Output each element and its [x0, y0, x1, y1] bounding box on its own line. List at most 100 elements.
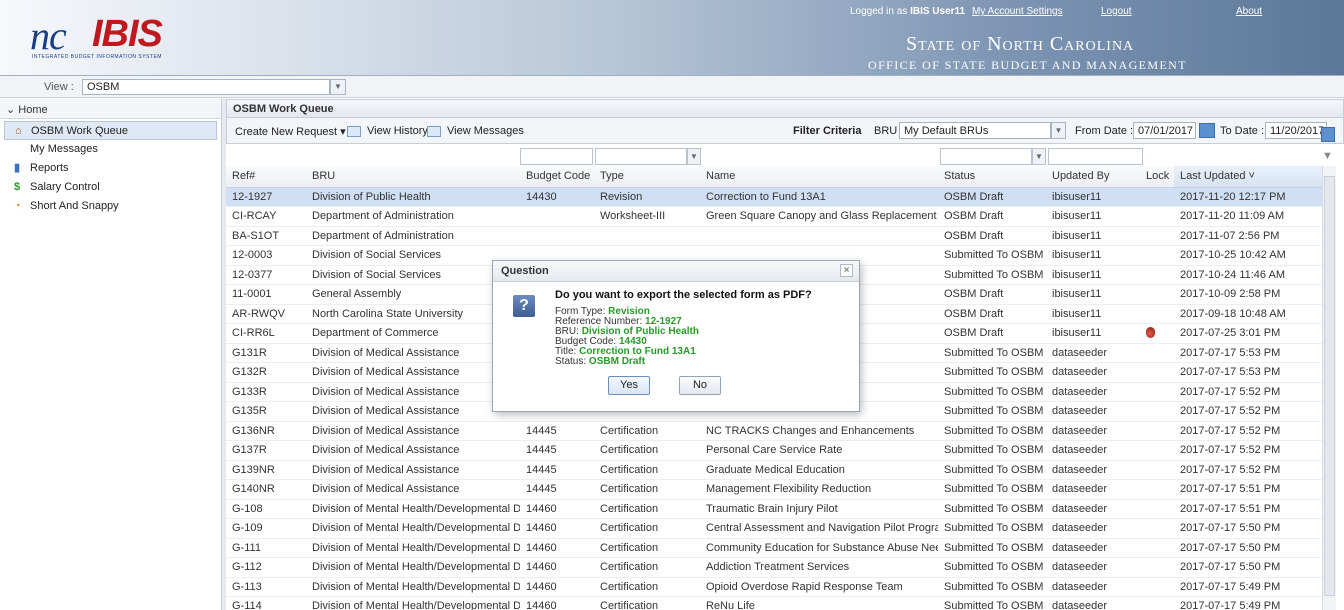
table-cell: G137R [226, 440, 306, 461]
sidebar-item-osbm-work-queue[interactable]: ⌂ OSBM Work Queue [4, 121, 217, 140]
lock-icon[interactable] [1146, 327, 1155, 339]
table-row[interactable]: G137R Division of Medical Assistance 14445… [226, 440, 1330, 461]
table-cell: Department of Administration [306, 226, 520, 246]
table-row[interactable]: G-113 Division of Mental Health/Developme… [226, 577, 1330, 597]
create-new-label: Create New Request [235, 126, 338, 138]
chevron-down-icon[interactable]: ▼ [687, 148, 701, 165]
table-cell: 2017-07-17 5:50 PM [1174, 538, 1330, 558]
table-cell [1140, 265, 1174, 285]
logo-nc: nc [30, 13, 67, 58]
table-cell: ibisuser11 [1046, 323, 1140, 344]
table-cell: G135R [226, 401, 306, 422]
table-cell: Submitted To OSBM [938, 421, 1046, 441]
table-cell: Division of Social Services [306, 265, 520, 285]
column-header-updated-by[interactable]: Updated By [1046, 166, 1140, 188]
table-cell: Traumatic Brain Injury Pilot [700, 499, 938, 519]
dollar-icon: $ [14, 181, 21, 193]
close-icon[interactable]: × [840, 264, 853, 277]
sidebar-home[interactable]: ⌄ Home [0, 99, 221, 119]
table-cell: BA-S1OT [226, 226, 306, 246]
filter-funnel-icon[interactable]: ▼ [1322, 150, 1333, 162]
chevron-down-icon: ⌄ [6, 104, 16, 116]
table-row[interactable]: 12-1927 Division of Public Health 14430 Rev… [226, 187, 1330, 207]
table-cell: Division of Medical Assistance [306, 401, 520, 422]
table-row[interactable]: BA-S1OT Department of Administration OSBM … [226, 226, 1330, 246]
chevron-down-icon[interactable]: ▼ [1051, 122, 1066, 139]
table-cell: G-112 [226, 557, 306, 578]
table-row[interactable]: G-109 Division of Mental Health/Developme… [226, 518, 1330, 539]
budget-code-filter[interactable] [520, 148, 593, 165]
table-cell: dataseeder [1046, 538, 1140, 558]
dialog-details: Form Type: Revision Reference Number: 12… [555, 307, 699, 367]
column-header-type[interactable]: Type [594, 166, 700, 188]
logout-link[interactable]: Logout [1101, 6, 1132, 17]
table-row[interactable]: G-114 Division of Mental Health/Developme… [226, 596, 1330, 610]
status-filter[interactable] [940, 148, 1032, 165]
column-header-bru[interactable]: BRU [306, 166, 520, 188]
sidebar-item-short-and-snappy[interactable]: ◔ Short And Snappy [0, 197, 221, 216]
table-cell: 12-1927 [226, 187, 306, 207]
column-header-last-updated[interactable]: Last Updated ˅ [1174, 166, 1330, 188]
table-row[interactable]: CI-RCAY Department of Administration Works… [226, 206, 1330, 227]
table-cell: 2017-07-17 5:52 PM [1174, 460, 1330, 480]
table-cell: Submitted To OSBM [938, 557, 1046, 578]
table-cell: 14445 [520, 479, 594, 500]
sidebar-item-reports[interactable]: ▮ Reports [0, 159, 221, 178]
chevron-down-icon[interactable]: ▼ [1032, 148, 1046, 165]
column-header-lock[interactable]: Lock [1140, 166, 1174, 188]
chevron-down-icon[interactable]: ▼ [330, 79, 346, 95]
table-cell: General Assembly [306, 284, 520, 305]
to-date-input[interactable]: 11/20/2017 [1265, 122, 1327, 139]
table-cell [1140, 479, 1174, 500]
scrollbar-thumb[interactable] [1324, 176, 1335, 596]
account-settings-link[interactable]: My Account Settings [972, 6, 1063, 17]
table-cell: ibisuser11 [1046, 304, 1140, 324]
sidebar-item-my-messages[interactable]: My Messages [0, 140, 221, 159]
table-cell: 2017-07-17 5:50 PM [1174, 557, 1330, 578]
grid-scrollbar[interactable] [1322, 166, 1336, 610]
no-button[interactable]: No [679, 376, 721, 395]
calendar-icon[interactable] [1199, 123, 1215, 138]
create-new-request-button[interactable]: Create New Request ▾ [235, 125, 346, 138]
table-cell [1140, 206, 1174, 227]
table-cell: Division of Mental Health/Developmental … [306, 557, 520, 578]
updated-by-filter[interactable] [1048, 148, 1143, 165]
table-cell: ReNu Life [700, 596, 938, 610]
table-cell: 14445 [520, 421, 594, 441]
column-header-budget-code[interactable]: Budget Code [520, 166, 594, 188]
table-cell: 11-0001 [226, 284, 306, 305]
table-row[interactable]: G-112 Division of Mental Health/Developme… [226, 557, 1330, 578]
table-cell: 2017-10-24 11:46 AM [1174, 265, 1330, 285]
view-history-button[interactable]: View History [367, 125, 428, 137]
calendar-icon[interactable] [1321, 127, 1335, 142]
dialog-title: Question [501, 265, 549, 277]
table-cell [1140, 226, 1174, 246]
table-row[interactable]: G-111 Division of Mental Health/Developme… [226, 538, 1330, 558]
view-select[interactable]: OSBM [82, 79, 330, 95]
table-cell: OSBM Draft [938, 226, 1046, 246]
bru-filter-select[interactable]: My Default BRUs [899, 122, 1051, 139]
table-cell: Submitted To OSBM [938, 577, 1046, 597]
table-cell: 2017-11-07 2:56 PM [1174, 226, 1330, 246]
column-header-ref[interactable]: Ref# [226, 166, 306, 188]
table-cell: Certification [594, 518, 700, 539]
view-messages-button[interactable]: View Messages [447, 125, 524, 137]
from-date-input[interactable]: 07/01/2017 [1133, 122, 1196, 139]
about-link[interactable]: About [1236, 6, 1262, 17]
table-cell: OSBM Draft [938, 206, 1046, 227]
ncibis-logo[interactable]: nc IBIS INTEGRATED BUDGET INFORMATION SY… [30, 13, 200, 60]
column-header-status[interactable]: Status [938, 166, 1046, 188]
table-cell: Certification [594, 577, 700, 597]
table-cell: dataseeder [1046, 460, 1140, 480]
table-row[interactable]: G136NR Division of Medical Assistance 1444… [226, 421, 1330, 441]
type-filter[interactable] [595, 148, 687, 165]
table-cell: Certification [594, 538, 700, 558]
column-header-name[interactable]: Name [700, 166, 938, 188]
table-cell [520, 206, 594, 227]
table-row[interactable]: G-108 Division of Mental Health/Developme… [226, 499, 1330, 519]
yes-button[interactable]: Yes [608, 376, 650, 395]
export-pdf-dialog: Question × ? Do you want to export the s… [492, 260, 860, 412]
table-row[interactable]: G140NR Division of Medical Assistance 1444… [226, 479, 1330, 500]
sidebar-item-salary-control[interactable]: $ Salary Control [0, 178, 221, 197]
table-row[interactable]: G139NR Division of Medical Assistance 1444… [226, 460, 1330, 480]
